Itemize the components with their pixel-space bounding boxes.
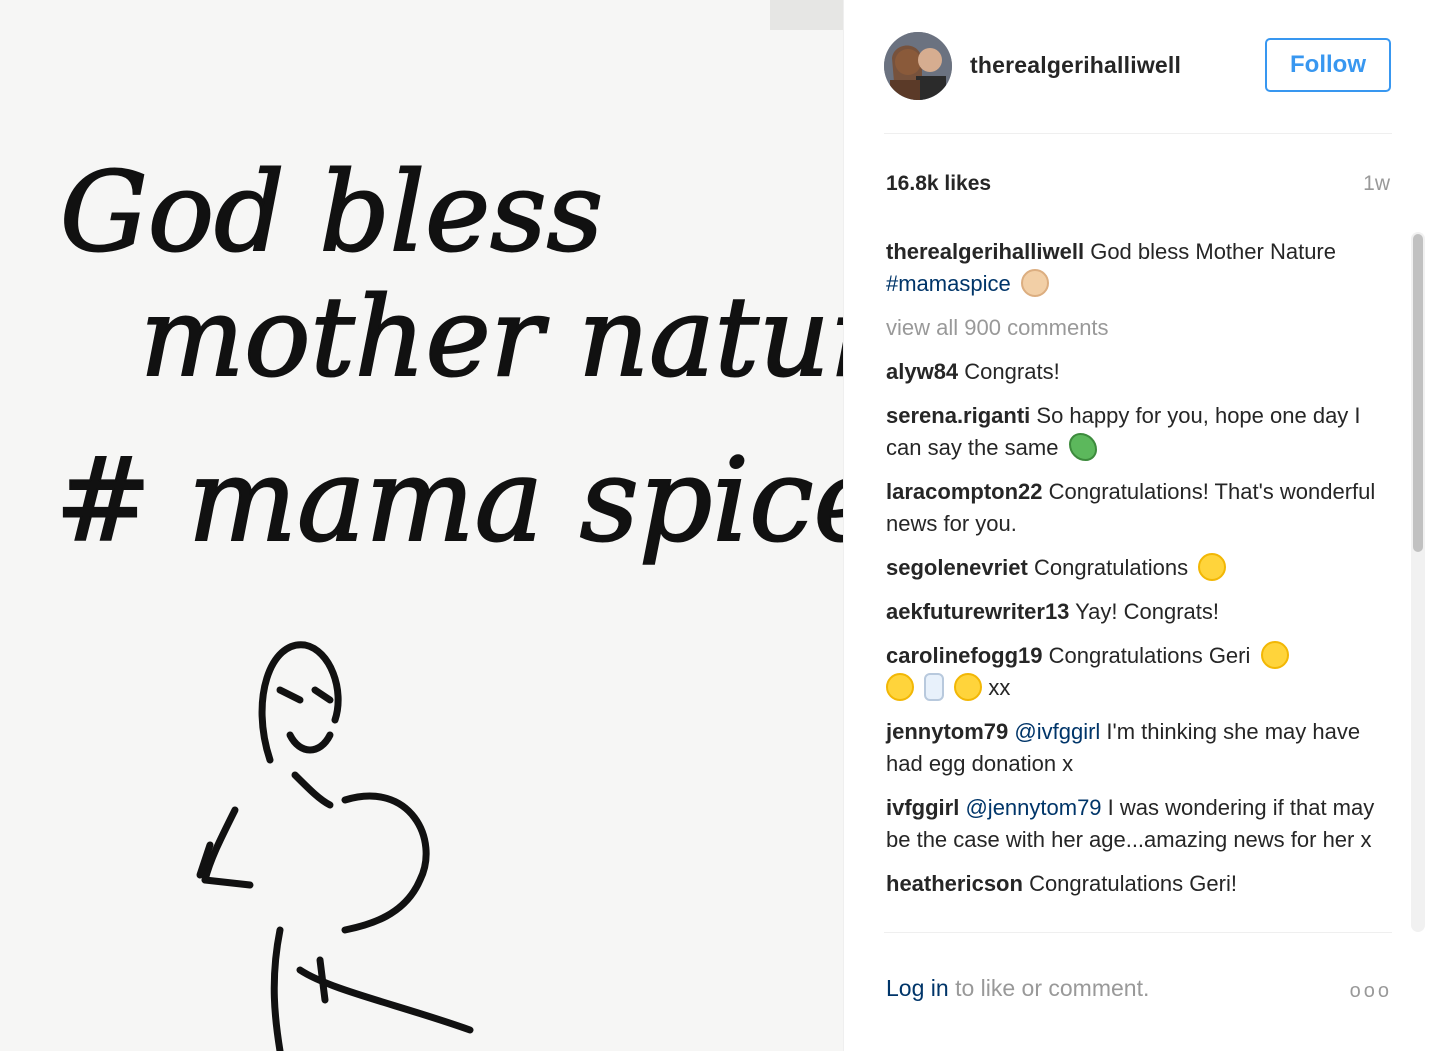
handwriting-line-3: # mama spice — [55, 434, 843, 568]
comment-username[interactable]: carolinefogg19 — [886, 643, 1042, 668]
comment-suffix: xx — [988, 675, 1011, 700]
comment-text: Congratulations Geri! — [1029, 871, 1237, 896]
comment: segolenevriet Congratulations — [886, 552, 1376, 584]
avatar[interactable] — [884, 32, 952, 100]
comment: aekfuturewriter13 Yay! Congrats! — [886, 596, 1376, 628]
comments-scrollbar[interactable] — [1411, 232, 1425, 932]
smiling-face-emoji-icon — [1260, 641, 1289, 669]
comment-text: Yay! Congrats! — [1075, 599, 1220, 624]
four-leaf-clover-emoji-icon — [1068, 433, 1097, 461]
mention-link[interactable]: @jennytom79 — [965, 795, 1101, 820]
post-age[interactable]: 1w — [1363, 172, 1390, 196]
comment-username[interactable]: ivfggirl — [886, 795, 959, 820]
comment-text: Congratulations — [1033, 555, 1189, 580]
comment-username[interactable]: jennytom79 — [886, 719, 1008, 744]
comment: carolinefogg19 Congratulations Geri xx — [886, 640, 1376, 704]
comment-text: Congratulations Geri — [1048, 643, 1251, 668]
hashtag-link[interactable]: #mamaspice — [886, 271, 1011, 296]
caption-text: God bless Mother Nature — [1090, 239, 1336, 264]
more-options-icon[interactable]: ooo — [1350, 980, 1392, 1003]
comment: serena.riganti So happy for you, hope on… — [886, 400, 1376, 464]
comment: laracompton22 Congratulations! That's wo… — [886, 476, 1376, 540]
handwritten-note-drawing: God bless mother nature # mama spice — [0, 0, 843, 1051]
comment: ivfggirl @jennytom79 I was wondering if … — [886, 792, 1376, 856]
baby-chick-emoji-icon — [954, 673, 983, 701]
handwriting-line-2: mother nature — [140, 273, 843, 401]
baby-bottle-emoji-icon — [924, 673, 945, 701]
header-divider — [884, 133, 1392, 134]
comment-username[interactable]: heathericson — [886, 871, 1023, 896]
login-prompt: Log in to like or comment. — [886, 975, 1149, 1002]
comment-text: I was wondering if that may be the case … — [886, 795, 1375, 852]
comment-text: Congrats! — [964, 359, 1060, 384]
post-details-panel: therealgerihalliwell Follow 16.8k likes … — [843, 0, 1440, 1051]
footer-divider — [884, 932, 1392, 933]
comment-username[interactable]: aekfuturewriter13 — [886, 599, 1069, 624]
post-header: therealgerihalliwell Follow — [884, 32, 1394, 102]
mention-link[interactable]: @ivfggirl — [1014, 719, 1100, 744]
baby-emoji-icon — [1020, 269, 1049, 297]
comment-username[interactable]: segolenevriet — [886, 555, 1028, 580]
view-all-comments-link[interactable]: view all 900 comments — [886, 312, 1376, 344]
comment: alyw84 Congrats! — [886, 356, 1376, 388]
comment: jennytom79 @ivfggirl I'm thinking she ma… — [886, 716, 1376, 780]
heart-eyes-emoji-icon — [886, 673, 914, 701]
comment-username[interactable]: laracompton22 — [886, 479, 1043, 504]
follow-button[interactable]: Follow — [1265, 38, 1391, 92]
smiling-face-emoji-icon — [1198, 553, 1227, 581]
handwriting-line-1: God bless — [60, 148, 603, 276]
comment: heathericson Congratulations Geri! — [886, 868, 1376, 900]
likes-count[interactable]: 16.8k likes — [886, 172, 991, 196]
login-prompt-text: to like or comment. — [955, 975, 1150, 1001]
comment-username[interactable]: therealgerihalliwell — [886, 239, 1084, 264]
comments-list: therealgerihalliwell God bless Mother Na… — [886, 236, 1376, 912]
login-link[interactable]: Log in — [886, 975, 949, 1001]
scrollbar-thumb[interactable] — [1413, 234, 1423, 552]
caption: therealgerihalliwell God bless Mother Na… — [886, 236, 1376, 300]
post-image: God bless mother nature # mama spice — [0, 0, 843, 1051]
comment-username[interactable]: serena.riganti — [886, 403, 1030, 428]
post-username[interactable]: therealgerihalliwell — [970, 52, 1181, 79]
comment-username[interactable]: alyw84 — [886, 359, 958, 384]
